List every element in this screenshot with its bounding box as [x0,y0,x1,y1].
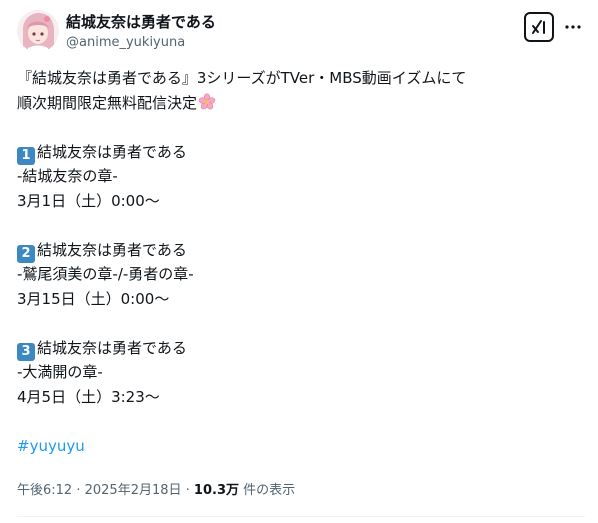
more-button[interactable] [560,14,586,40]
item-1-subtitle: -結城友奈の章- [17,167,118,185]
tweet-line-2-text: 順次期間限定無料配信決定 [17,93,198,112]
item-1-title: 結城友奈は勇者である [37,142,187,161]
hashtag-link[interactable]: #yuyuyu [17,437,85,455]
tweet-line-announcement: 『結城友奈は勇者である』3シリーズがTVer・MBS動画イズムにて [17,69,467,87]
item-1-title-line: 1 結城友奈は勇者である [17,140,587,165]
tweet-text: 『結城友奈は勇者である』3シリーズがTVer・MBS動画イズムにて 順次期間限定… [17,66,587,458]
tweet-date-link[interactable]: 2025年2月18日 [85,483,182,498]
views-label: 件の表示 [239,483,296,498]
item-3-date: 4月5日（土）3:23〜 [17,387,160,406]
item-3-subtitle: -大満開の章- [17,363,103,381]
item-1-date: 3月1日（土）0:00〜 [17,191,160,210]
views-count[interactable]: 10.3万 [194,483,239,498]
keycap-2-icon: 2 [17,244,35,263]
divider [17,516,585,517]
item-2-subtitle: -鷲尾須美の章-/-勇者の章- [17,265,194,283]
meta-separator: · [72,483,85,498]
meta-separator: · [181,483,194,498]
author-name[interactable]: 結城友奈は勇者である [66,12,216,32]
avatar[interactable] [17,10,59,52]
hashtag-line: #yuyuyu [17,434,587,459]
cherry-blossom-icon [198,92,216,119]
anime-girl-avatar-icon [17,10,59,52]
grok-button[interactable] [524,12,554,42]
item-3-title: 結城友奈は勇者である [37,338,187,357]
tweet-card: 結城友奈は勇者である @anime_yukiyuna 『結城友奈は勇者である』3… [0,0,598,523]
keycap-3-icon: 3 [17,342,35,361]
item-3-title-line: 3 結城友奈は勇者である [17,336,587,361]
item-2-date: 3月15日（土）0:00〜 [17,289,170,308]
item-2-title-line: 2 結城友奈は勇者である [17,238,587,263]
more-dots-icon [565,25,581,29]
tweet-meta: 午後6:12 · 2025年2月18日 · 10.3万 件の表示 [17,482,295,500]
grok-icon [532,20,545,34]
tweet-line-announcement-2: 順次期間限定無料配信決定 [17,91,587,116]
tweet-time-link[interactable]: 午後6:12 [17,483,72,498]
keycap-1-icon: 1 [17,146,35,165]
author-handle[interactable]: @anime_yukiyuna [66,34,185,52]
item-2-title: 結城友奈は勇者である [37,240,187,259]
